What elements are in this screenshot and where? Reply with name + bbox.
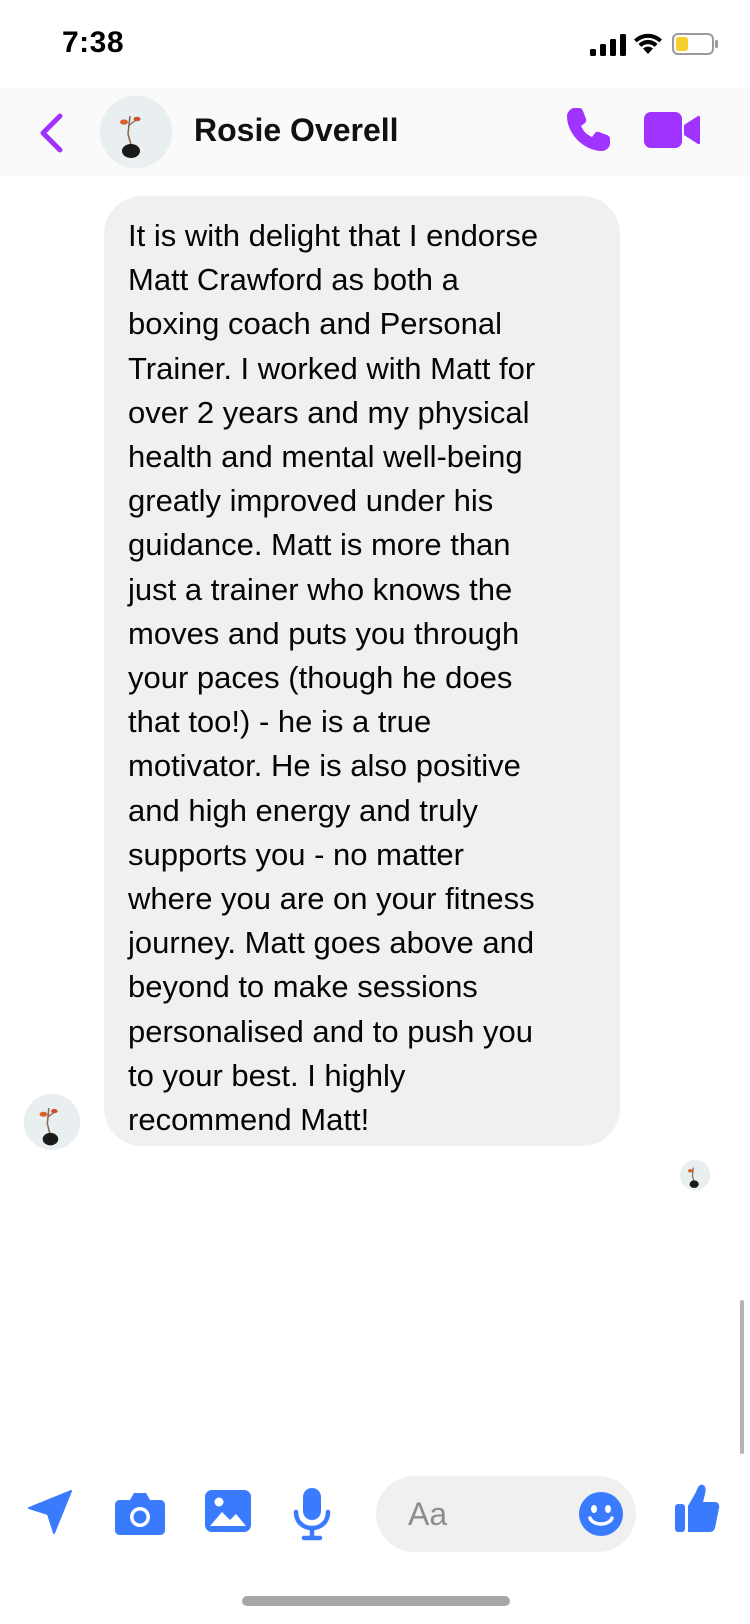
avatar-image: [680, 1160, 710, 1190]
message-line: greatly improved under his: [128, 483, 494, 519]
message-line: motivator. He is also positive: [128, 748, 521, 784]
message-line: just a trainer who knows the: [128, 571, 513, 607]
message-line: moves and puts you through: [128, 615, 520, 651]
camera-icon[interactable]: [114, 1490, 166, 1536]
smiley-icon[interactable]: [578, 1491, 624, 1537]
status-bar: 7:38: [0, 0, 750, 88]
phone-icon[interactable]: [562, 104, 614, 156]
image-icon[interactable]: [204, 1488, 252, 1534]
paper-plane-icon[interactable]: [26, 1488, 74, 1536]
chat-header: Rosie Overell: [0, 88, 750, 176]
message-line: your paces (though he does: [128, 660, 513, 696]
message-input-placeholder: Aa: [408, 1496, 448, 1532]
video-camera-icon[interactable]: [644, 110, 700, 150]
avatar-image: [100, 96, 172, 168]
wifi-icon: [634, 33, 662, 54]
read-receipt-avatar: [680, 1160, 710, 1190]
contact-name[interactable]: Rosie Overell: [194, 112, 399, 149]
contact-avatar[interactable]: [100, 96, 172, 168]
message-text: It is with delight that I endorse Matt C…: [128, 214, 598, 1142]
message-input[interactable]: Aa: [376, 1476, 636, 1552]
microphone-icon[interactable]: [292, 1486, 332, 1542]
message-line: Trainer. I worked with Matt for: [128, 350, 536, 386]
message-line: over 2 years and my physical: [128, 394, 530, 430]
message-line: supports you - no matter: [128, 836, 464, 872]
status-time: 7:38: [62, 26, 125, 59]
avatar-image: [24, 1094, 80, 1150]
home-indicator[interactable]: [242, 1596, 510, 1606]
message-line: Matt Crawford as both a: [128, 262, 459, 298]
message-line: health and mental well-being: [128, 439, 523, 475]
message-line: personalised and to push you: [128, 1013, 534, 1049]
message-line: guidance. Matt is more than: [128, 527, 511, 563]
back-button[interactable]: [30, 108, 74, 158]
cellular-signal-icon: [590, 34, 626, 56]
message-line: and high energy and truly: [128, 792, 478, 828]
message-bubble[interactable]: It is with delight that I endorse Matt C…: [104, 196, 620, 1146]
message-line: that too!) - he is a true: [128, 704, 432, 740]
scrollbar[interactable]: [740, 1300, 744, 1454]
message-line: to your best. I highly: [128, 1057, 406, 1093]
thumbs-up-icon[interactable]: [674, 1482, 720, 1534]
message-line: It is with delight that I endorse: [128, 218, 539, 253]
sender-avatar[interactable]: [24, 1094, 80, 1150]
message-line: journey. Matt goes above and: [128, 925, 535, 961]
message-line: boxing coach and Personal: [128, 306, 502, 342]
battery-icon: [672, 33, 718, 55]
message-line: recommend Matt!: [128, 1102, 370, 1138]
message-line: where you are on your fitness: [128, 881, 535, 917]
message-line: beyond to make sessions: [128, 969, 478, 1005]
message-composer: Aa: [0, 1466, 750, 1562]
